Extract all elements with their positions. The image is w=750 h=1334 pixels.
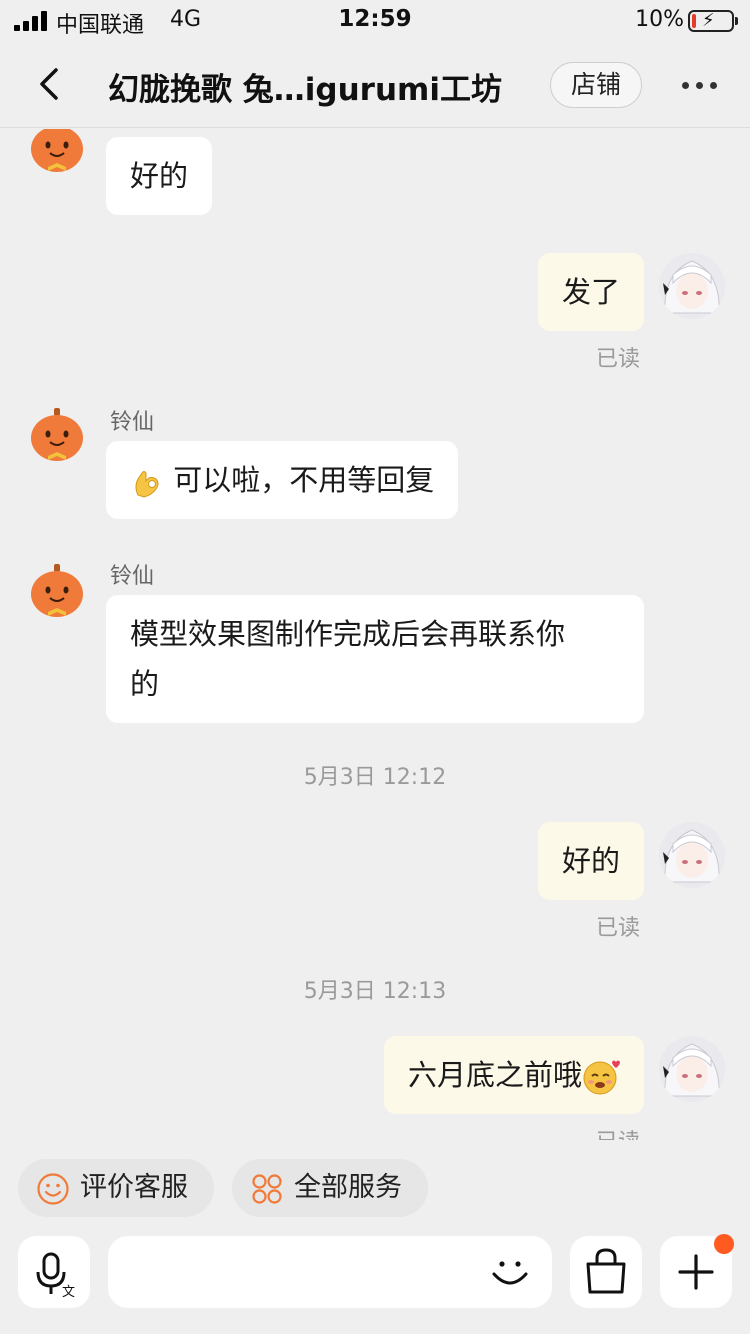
message-text-line: 的 bbox=[130, 667, 160, 701]
all-services-label: 全部服务 bbox=[294, 1172, 402, 1203]
shop-avatar-pumpkin-icon[interactable] bbox=[28, 129, 86, 175]
sender-name: 铃仙 bbox=[110, 410, 155, 435]
message-text: 六月底之前哦 bbox=[407, 1058, 582, 1092]
ellipsis-icon[interactable] bbox=[682, 82, 718, 90]
shopping-bag-icon bbox=[586, 1248, 626, 1294]
smiley-icon bbox=[37, 1173, 69, 1205]
chat-title: 幻胧挽歌 兔…igurumi工坊 bbox=[108, 72, 502, 108]
status-bar: 中国联通 4G 12:59 10% ⚡ bbox=[0, 0, 750, 42]
message-list[interactable]: 好的 发了 已读 铃仙 可以啦，不用等回复 铃仙 模型效果图制作完成后会再联系你… bbox=[0, 129, 750, 1140]
read-receipt: 已读 bbox=[596, 347, 641, 372]
user-avatar[interactable] bbox=[659, 1036, 725, 1102]
message-bubble-outgoing[interactable]: 好的 bbox=[537, 822, 644, 900]
rate-service-label: 评价客服 bbox=[80, 1172, 188, 1203]
shop-avatar-pumpkin-icon[interactable] bbox=[28, 406, 86, 464]
shop-avatar-pumpkin-icon[interactable] bbox=[28, 562, 86, 620]
user-avatar[interactable] bbox=[659, 253, 725, 319]
battery-icon: ⚡ bbox=[688, 10, 738, 32]
sender-name: 铃仙 bbox=[110, 564, 155, 589]
input-bar: 文 bbox=[0, 1228, 750, 1334]
notification-dot bbox=[714, 1234, 734, 1254]
timestamp: 5月3日 12:12 bbox=[303, 765, 447, 790]
more-actions-button[interactable] bbox=[660, 1234, 734, 1308]
user-avatar[interactable] bbox=[659, 822, 725, 888]
message-bubble-outgoing[interactable]: 发了 bbox=[537, 253, 644, 331]
shopping-bag-button[interactable] bbox=[570, 1236, 642, 1308]
emoji-icon[interactable] bbox=[486, 1248, 534, 1296]
message-bubble-incoming[interactable]: 好的 bbox=[106, 137, 213, 215]
message-bubble-outgoing[interactable]: 六月底之前哦 bbox=[383, 1036, 644, 1114]
all-services-button[interactable]: 全部服务 bbox=[232, 1159, 428, 1217]
svg-text:文: 文 bbox=[62, 1285, 75, 1300]
read-receipt: 已读 bbox=[596, 916, 641, 941]
rate-service-button[interactable]: 评价客服 bbox=[18, 1159, 214, 1217]
ok-hand-emoji-icon bbox=[135, 471, 159, 498]
message-bubble-incoming[interactable]: 模型效果图制作完成后会再联系你 的 bbox=[106, 595, 644, 723]
chat-header: 幻胧挽歌 兔…igurumi工坊 店铺 bbox=[0, 42, 750, 128]
smiling-face-with-hearts-emoji-icon bbox=[583, 1060, 620, 1095]
message-text-line: 模型效果图制作完成后会再联系你 bbox=[130, 617, 566, 651]
battery-percent: 10% bbox=[635, 7, 684, 32]
microphone-translate-icon: 文 bbox=[36, 1252, 75, 1300]
four-circles-icon bbox=[252, 1174, 282, 1204]
chevron-left-icon[interactable] bbox=[30, 62, 70, 106]
voice-input-button[interactable]: 文 bbox=[18, 1236, 90, 1308]
message-text: 可以啦，不用等回复 bbox=[173, 463, 435, 497]
read-receipt: 已读 bbox=[596, 1124, 640, 1140]
message-bubble-incoming[interactable]: 可以啦，不用等回复 bbox=[106, 441, 459, 519]
timestamp: 5月3日 12:13 bbox=[303, 979, 447, 1004]
shop-button[interactable]: 店铺 bbox=[550, 62, 642, 108]
